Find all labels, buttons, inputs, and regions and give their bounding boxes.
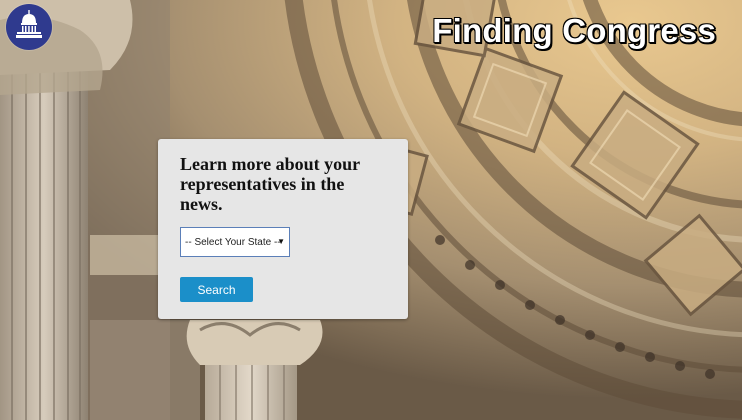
card-heading: Learn more about your representatives in… bbox=[180, 154, 360, 214]
site-logo[interactable] bbox=[6, 4, 52, 50]
state-select-value: -- Select Your State -- bbox=[185, 236, 281, 248]
state-select[interactable]: -- Select Your State -- ▼ bbox=[180, 227, 290, 257]
search-card: Learn more about your representatives in… bbox=[158, 139, 408, 319]
site-title: Finding Congress bbox=[432, 12, 716, 49]
capitol-dome-icon bbox=[13, 9, 45, 46]
search-button[interactable]: Search bbox=[180, 277, 253, 302]
dropdown-caret-icon: ▼ bbox=[277, 237, 285, 246]
